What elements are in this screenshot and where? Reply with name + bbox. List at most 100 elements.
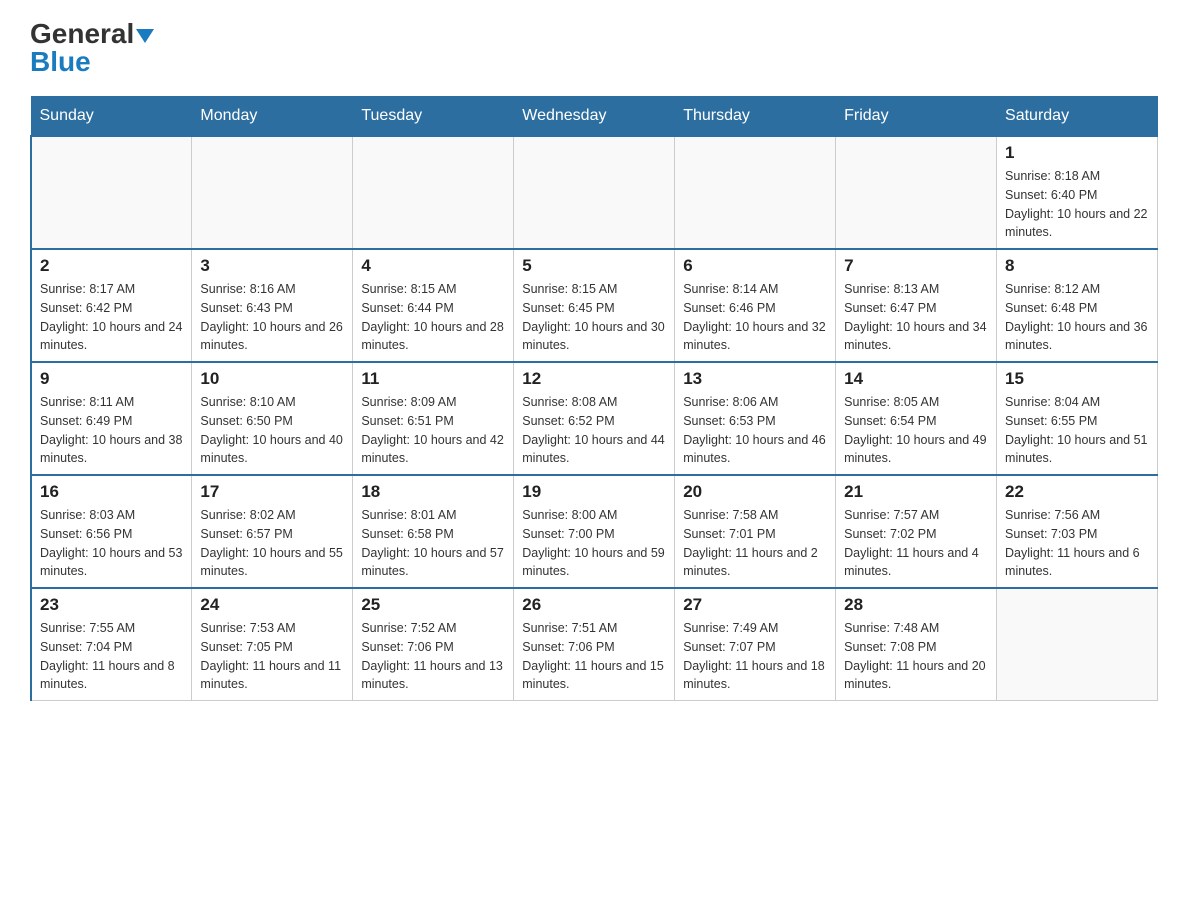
day-info: Sunrise: 8:02 AMSunset: 6:57 PMDaylight:… <box>200 506 344 581</box>
calendar-day-cell: 26Sunrise: 7:51 AMSunset: 7:06 PMDayligh… <box>514 588 675 701</box>
day-number: 8 <box>1005 256 1149 276</box>
calendar-day-cell: 14Sunrise: 8:05 AMSunset: 6:54 PMDayligh… <box>836 362 997 475</box>
calendar-table: SundayMondayTuesdayWednesdayThursdayFrid… <box>30 96 1158 701</box>
day-info: Sunrise: 8:01 AMSunset: 6:58 PMDaylight:… <box>361 506 505 581</box>
day-of-week-header: Tuesday <box>353 97 514 137</box>
day-number: 15 <box>1005 369 1149 389</box>
day-number: 7 <box>844 256 988 276</box>
calendar-day-cell: 4 Sunrise: 8:15 AMSunset: 6:44 PMDaylight… <box>353 249 514 362</box>
calendar-day-cell: 23Sunrise: 7:55 AMSunset: 7:04 PMDayligh… <box>31 588 192 701</box>
day-of-week-header: Monday <box>192 97 353 137</box>
calendar-body: 1 Sunrise: 8:18 AMSunset: 6:40 PMDaylight… <box>31 136 1158 701</box>
day-info: Sunrise: 8:06 AMSunset: 6:53 PMDaylight:… <box>683 393 827 468</box>
calendar-day-cell: 10 Sunrise: 8:10 AMSunset: 6:50 PMDayligh… <box>192 362 353 475</box>
calendar-day-cell: 8Sunrise: 8:12 AMSunset: 6:48 PMDaylight… <box>997 249 1158 362</box>
day-number: 25 <box>361 595 505 615</box>
day-of-week-header: Wednesday <box>514 97 675 137</box>
day-number: 14 <box>844 369 988 389</box>
day-number: 11 <box>361 369 505 389</box>
day-number: 18 <box>361 482 505 502</box>
calendar-day-cell <box>192 136 353 249</box>
day-info: Sunrise: 7:56 AMSunset: 7:03 PMDaylight:… <box>1005 506 1149 581</box>
day-info: Sunrise: 8:03 AMSunset: 6:56 PMDaylight:… <box>40 506 183 581</box>
calendar-day-cell: 19Sunrise: 8:00 AMSunset: 7:00 PMDayligh… <box>514 475 675 588</box>
calendar-day-cell: 12Sunrise: 8:08 AMSunset: 6:52 PMDayligh… <box>514 362 675 475</box>
logo-triangle-icon <box>136 29 154 43</box>
calendar-day-cell: 22 Sunrise: 7:56 AMSunset: 7:03 PMDayligh… <box>997 475 1158 588</box>
day-info: Sunrise: 8:18 AMSunset: 6:40 PMDaylight:… <box>1005 167 1149 242</box>
day-info: Sunrise: 8:00 AMSunset: 7:00 PMDaylight:… <box>522 506 666 581</box>
calendar-day-cell: 28 Sunrise: 7:48 AMSunset: 7:08 PMDayligh… <box>836 588 997 701</box>
day-number: 27 <box>683 595 827 615</box>
day-info: Sunrise: 8:13 AMSunset: 6:47 PMDaylight:… <box>844 280 988 355</box>
day-info: Sunrise: 8:16 AMSunset: 6:43 PMDaylight:… <box>200 280 344 355</box>
calendar-day-cell: 18 Sunrise: 8:01 AMSunset: 6:58 PMDayligh… <box>353 475 514 588</box>
day-info: Sunrise: 7:57 AMSunset: 7:02 PMDaylight:… <box>844 506 988 581</box>
calendar-day-cell <box>353 136 514 249</box>
calendar-week-row: 2 Sunrise: 8:17 AMSunset: 6:42 PMDaylight… <box>31 249 1158 362</box>
day-info: Sunrise: 7:51 AMSunset: 7:06 PMDaylight:… <box>522 619 666 694</box>
day-number: 9 <box>40 369 183 389</box>
day-info: Sunrise: 8:17 AMSunset: 6:42 PMDaylight:… <box>40 280 183 355</box>
day-info: Sunrise: 8:10 AMSunset: 6:50 PMDaylight:… <box>200 393 344 468</box>
day-info: Sunrise: 7:53 AMSunset: 7:05 PMDaylight:… <box>200 619 344 694</box>
calendar-week-row: 9 Sunrise: 8:11 AMSunset: 6:49 PMDaylight… <box>31 362 1158 475</box>
day-number: 13 <box>683 369 827 389</box>
day-number: 28 <box>844 595 988 615</box>
calendar-day-cell: 21Sunrise: 7:57 AMSunset: 7:02 PMDayligh… <box>836 475 997 588</box>
calendar-week-row: 1 Sunrise: 8:18 AMSunset: 6:40 PMDaylight… <box>31 136 1158 249</box>
calendar-day-cell: 11 Sunrise: 8:09 AMSunset: 6:51 PMDayligh… <box>353 362 514 475</box>
day-number: 6 <box>683 256 827 276</box>
day-number: 4 <box>361 256 505 276</box>
day-number: 1 <box>1005 143 1149 163</box>
calendar-day-cell: 6 Sunrise: 8:14 AMSunset: 6:46 PMDaylight… <box>675 249 836 362</box>
day-number: 2 <box>40 256 183 276</box>
day-of-week-header: Friday <box>836 97 997 137</box>
day-info: Sunrise: 7:49 AMSunset: 7:07 PMDaylight:… <box>683 619 827 694</box>
day-number: 16 <box>40 482 183 502</box>
calendar-day-cell: 25 Sunrise: 7:52 AMSunset: 7:06 PMDayligh… <box>353 588 514 701</box>
day-info: Sunrise: 8:09 AMSunset: 6:51 PMDaylight:… <box>361 393 505 468</box>
day-info: Sunrise: 8:04 AMSunset: 6:55 PMDaylight:… <box>1005 393 1149 468</box>
day-number: 17 <box>200 482 344 502</box>
calendar-day-cell: 17 Sunrise: 8:02 AMSunset: 6:57 PMDayligh… <box>192 475 353 588</box>
logo-general: General <box>30 20 154 48</box>
day-info: Sunrise: 8:15 AMSunset: 6:44 PMDaylight:… <box>361 280 505 355</box>
calendar-day-cell: 13 Sunrise: 8:06 AMSunset: 6:53 PMDayligh… <box>675 362 836 475</box>
day-number: 22 <box>1005 482 1149 502</box>
day-info: Sunrise: 8:15 AMSunset: 6:45 PMDaylight:… <box>522 280 666 355</box>
calendar-day-cell: 9 Sunrise: 8:11 AMSunset: 6:49 PMDaylight… <box>31 362 192 475</box>
page-header: General Blue <box>30 20 1158 76</box>
calendar-day-cell: 7 Sunrise: 8:13 AMSunset: 6:47 PMDaylight… <box>836 249 997 362</box>
day-number: 24 <box>200 595 344 615</box>
day-number: 3 <box>200 256 344 276</box>
day-info: Sunrise: 8:11 AMSunset: 6:49 PMDaylight:… <box>40 393 183 468</box>
day-number: 5 <box>522 256 666 276</box>
day-number: 20 <box>683 482 827 502</box>
calendar-day-cell <box>836 136 997 249</box>
calendar-day-cell <box>31 136 192 249</box>
calendar-day-cell: 16 Sunrise: 8:03 AMSunset: 6:56 PMDayligh… <box>31 475 192 588</box>
logo: General Blue <box>30 20 154 76</box>
day-of-week-header: Thursday <box>675 97 836 137</box>
calendar-day-cell: 5 Sunrise: 8:15 AMSunset: 6:45 PMDaylight… <box>514 249 675 362</box>
calendar-day-cell <box>675 136 836 249</box>
day-info: Sunrise: 7:52 AMSunset: 7:06 PMDaylight:… <box>361 619 505 694</box>
days-of-week-row: SundayMondayTuesdayWednesdayThursdayFrid… <box>31 97 1158 137</box>
day-info: Sunrise: 8:14 AMSunset: 6:46 PMDaylight:… <box>683 280 827 355</box>
logo-blue: Blue <box>30 48 91 76</box>
calendar-day-cell: 1 Sunrise: 8:18 AMSunset: 6:40 PMDaylight… <box>997 136 1158 249</box>
day-info: Sunrise: 7:55 AMSunset: 7:04 PMDaylight:… <box>40 619 183 694</box>
day-number: 10 <box>200 369 344 389</box>
day-info: Sunrise: 7:48 AMSunset: 7:08 PMDaylight:… <box>844 619 988 694</box>
calendar-header: SundayMondayTuesdayWednesdayThursdayFrid… <box>31 97 1158 137</box>
day-info: Sunrise: 7:58 AMSunset: 7:01 PMDaylight:… <box>683 506 827 581</box>
calendar-day-cell: 3 Sunrise: 8:16 AMSunset: 6:43 PMDaylight… <box>192 249 353 362</box>
calendar-day-cell: 2 Sunrise: 8:17 AMSunset: 6:42 PMDaylight… <box>31 249 192 362</box>
day-of-week-header: Sunday <box>31 97 192 137</box>
day-of-week-header: Saturday <box>997 97 1158 137</box>
calendar-day-cell: 20 Sunrise: 7:58 AMSunset: 7:01 PMDayligh… <box>675 475 836 588</box>
calendar-day-cell: 27 Sunrise: 7:49 AMSunset: 7:07 PMDayligh… <box>675 588 836 701</box>
calendar-day-cell: 24 Sunrise: 7:53 AMSunset: 7:05 PMDayligh… <box>192 588 353 701</box>
calendar-day-cell <box>997 588 1158 701</box>
